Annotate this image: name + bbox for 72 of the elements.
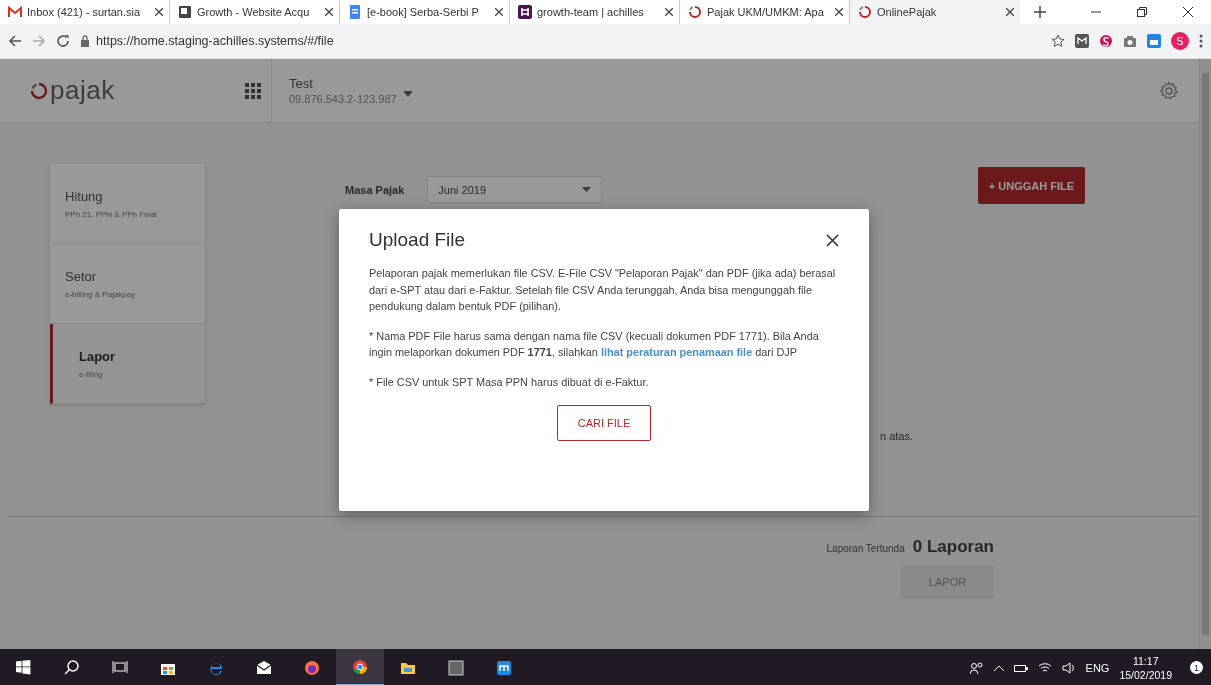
close-icon[interactable]: [155, 8, 163, 16]
settings-icon[interactable]: [1159, 80, 1179, 101]
close-icon[interactable]: [1006, 8, 1014, 16]
new-tab-icon[interactable]: [1034, 6, 1046, 18]
windows-start-icon[interactable]: [16, 659, 32, 676]
browse-file-button[interactable]: CARI FILE: [557, 405, 651, 441]
close-icon[interactable]: [495, 8, 503, 16]
sidebar-item-label: Lapor: [79, 348, 117, 364]
caret-icon: [582, 187, 592, 192]
people-icon[interactable]: [969, 661, 984, 674]
lock-icon: [80, 35, 90, 47]
search-icon[interactable]: [64, 659, 80, 676]
hint-text: n atas.: [880, 430, 914, 442]
wifi-icon[interactable]: [1037, 662, 1052, 673]
s-extension-icon[interactable]: [1099, 34, 1113, 48]
restore-icon[interactable]: [1137, 7, 1147, 17]
dialog-paragraph: Pelaporan pajak memerlukan file CSV. E-File CSV "Pelaporan Pajak" dan PDF (jika ada) berasal dari e-SPT atau dari e-Faktur. Setelah file CSV Anda terunggah, Anda bisa mengunggah file pendukung dalam bentuk PDF (pilihan).: [369, 266, 837, 314]
sidebar-item[interactable]: Hitung PPh 21, PPN & PPh Final: [50, 164, 205, 244]
app-grid-icon[interactable]: [245, 82, 261, 99]
dialog-title: Upload File: [369, 229, 466, 251]
pending-count: 0 Laporan: [912, 537, 994, 557]
clock[interactable]: 11:17 15/02/2019: [1119, 654, 1172, 681]
language-indicator[interactable]: ENG: [1085, 661, 1110, 674]
close-icon[interactable]: [826, 233, 839, 247]
sidebar-item-subtitle: PPh 21, PPN & PPh Final: [65, 209, 158, 219]
tab-favicon-icon: [178, 5, 192, 19]
close-icon[interactable]: [665, 8, 673, 16]
sidebar-item-subtitle: e-billing & Pajakpay: [65, 289, 137, 299]
tax-id: 09.876.543.2-123.987: [289, 93, 397, 105]
notification-badge[interactable]: 1: [1190, 661, 1203, 674]
period-dropdown[interactable]: Juni 2019: [427, 176, 603, 203]
address-field[interactable]: https://home.staging-achilles.systems/#/file: [96, 34, 334, 48]
app-tile-icon[interactable]: [496, 659, 512, 676]
envelope-icon[interactable]: [256, 659, 272, 676]
dialog-paragraph: * Nama PDF File harus sama dengan nama file CSV (kecuali dokumen PDF 1771). Bila Anda ingin melaporkan dokumen PDF 1771, silahkan lihat peraturan penamaan file dari DJP: [369, 328, 820, 360]
battery-icon[interactable]: [1013, 662, 1028, 673]
tab-favicon-icon: [8, 5, 22, 19]
task-view-icon[interactable]: [112, 659, 128, 676]
window-extension-icon[interactable]: [1147, 34, 1161, 48]
fox-browser-icon[interactable]: [304, 659, 320, 676]
speaker-icon[interactable]: [1061, 661, 1076, 674]
company-name[interactable]: Test: [289, 76, 397, 91]
reload-icon[interactable]: [56, 34, 70, 48]
window-icon[interactable]: [448, 659, 464, 676]
logo-text: pajak: [50, 75, 115, 106]
star-icon[interactable]: [1051, 34, 1065, 48]
tab-favicon-icon: [858, 5, 872, 19]
chrome-browser-icon[interactable]: [352, 658, 368, 675]
logo-ring-icon: [30, 81, 48, 100]
sidebar-item-subtitle: e-filing: [79, 369, 104, 379]
tab-favicon-icon: [688, 5, 702, 19]
upload-file-button[interactable]: + UNGGAH FILE: [978, 167, 1085, 204]
close-icon[interactable]: [325, 8, 333, 16]
browser-tab[interactable]: OnlinePajak: [850, 0, 1020, 24]
sidebar-item[interactable]: Lapor e-filing: [50, 324, 205, 404]
close-icon[interactable]: [1183, 7, 1193, 17]
sidebar-item-label: Setor: [65, 268, 98, 284]
chevron-up-icon[interactable]: [993, 664, 1004, 671]
tab-favicon-icon: [518, 5, 532, 19]
profile-avatar[interactable]: S: [1171, 32, 1189, 50]
sidebar-item-label: Hitung: [65, 188, 104, 204]
scrollbar[interactable]: [1199, 59, 1211, 649]
menu-icon[interactable]: [1199, 34, 1203, 48]
camera-icon[interactable]: [1123, 34, 1137, 48]
tab-favicon-icon: [348, 5, 362, 19]
mail-extension-icon[interactable]: [1075, 34, 1089, 48]
pending-label: Laporan Tertunda: [826, 543, 905, 554]
caret-icon[interactable]: [402, 90, 413, 97]
dialog-paragraph: * File CSV untuk SPT Masa PPN harus dibuat di e-Faktur.: [369, 374, 650, 390]
back-icon[interactable]: [8, 34, 22, 48]
field-label: Masa Pajak: [345, 184, 405, 196]
close-icon[interactable]: [835, 8, 843, 16]
